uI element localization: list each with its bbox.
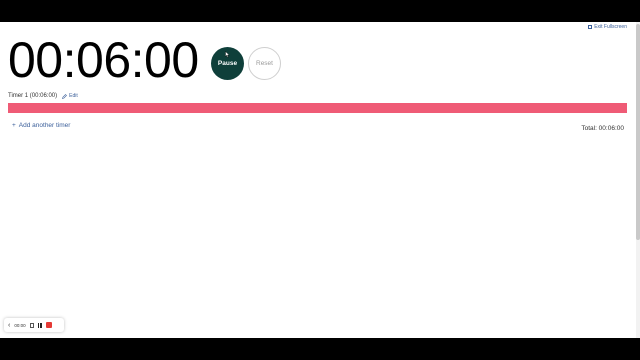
- add-another-timer-label: Add another timer: [18, 122, 71, 129]
- edit-label: Edit: [69, 93, 78, 99]
- exit-fullscreen-button[interactable]: Exit Fullscreen: [588, 24, 627, 30]
- page-scrollbar[interactable]: [636, 22, 640, 338]
- countdown-display: 00:06:00: [8, 32, 199, 88]
- add-another-timer-button[interactable]: + Add another timer: [12, 122, 70, 129]
- timer-name-label: Timer 1 (00:06:00): [8, 93, 58, 99]
- recorder-time: 00:00: [14, 322, 26, 328]
- timer-page: Exit Fullscreen 00:06:00 Pause Reset Tim…: [0, 22, 640, 338]
- mouse-cursor-icon: [225, 51, 230, 58]
- exit-fullscreen-icon: [588, 25, 593, 29]
- trash-icon[interactable]: [29, 322, 34, 328]
- recorder-stop-icon[interactable]: [45, 322, 52, 328]
- edit-timer-button[interactable]: Edit: [62, 93, 78, 99]
- pause-button-label: Pause: [217, 60, 238, 67]
- exit-fullscreen-label: Exit Fullscreen: [594, 24, 627, 30]
- page-scrollbar-thumb[interactable]: [636, 24, 640, 240]
- screen-recorder-toolbar: ‹ 00:00: [4, 318, 64, 332]
- timer-progress-bar: [8, 103, 627, 113]
- recorder-pause-icon[interactable]: [37, 322, 42, 328]
- pencil-icon: [62, 93, 68, 99]
- total-time-label: Total: 00:06:00: [581, 125, 624, 132]
- timer-progress-fill: [8, 103, 627, 113]
- plus-icon: +: [12, 122, 16, 129]
- timer-name-row: Timer 1 (00:06:00) Edit: [8, 93, 78, 99]
- reset-button[interactable]: Reset: [248, 47, 281, 80]
- collapse-chevron-icon[interactable]: ‹: [8, 322, 10, 329]
- reset-button-label: Reset: [256, 60, 273, 67]
